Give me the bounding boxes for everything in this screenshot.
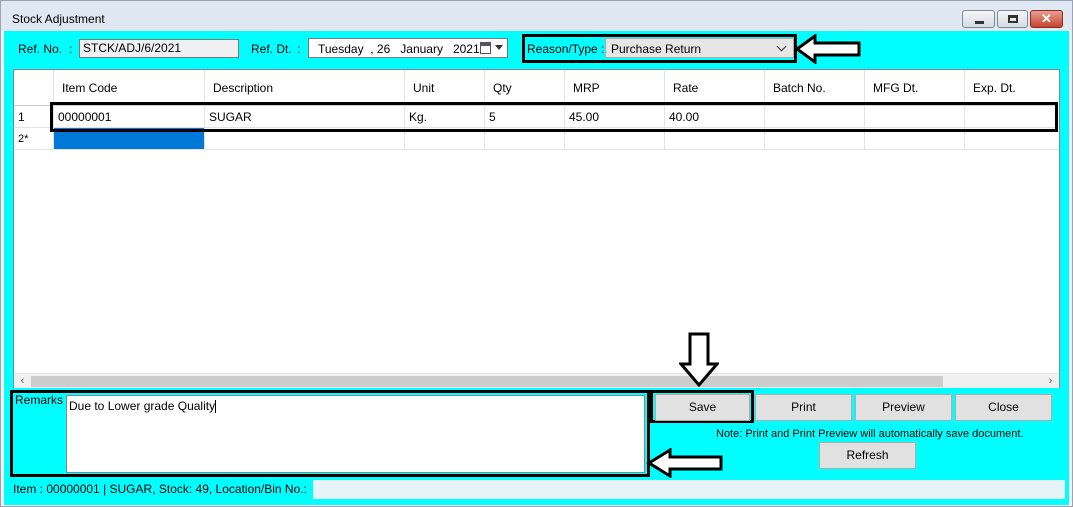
title-bar: Stock Adjustment ✕ <box>1 1 1072 31</box>
grid-header-row: Item Code Description Unit Qty MRP Rate … <box>14 70 1059 106</box>
form-client-area: Ref. No. : STCK/ADJ/6/2021 Ref. Dt. : Tu… <box>4 31 1069 505</box>
items-grid[interactable]: Item Code Description Unit Qty MRP Rate … <box>13 69 1060 388</box>
ref-dt-colon: : <box>297 42 301 56</box>
ref-no-colon: : <box>69 42 73 56</box>
reason-type-select[interactable]: Purchase Return <box>605 38 794 58</box>
text-caret <box>215 400 217 413</box>
close-icon: ✕ <box>1041 11 1052 26</box>
scroll-left-icon[interactable]: ‹ <box>14 374 31 389</box>
save-button[interactable]: Save <box>655 394 750 421</box>
maximize-button[interactable] <box>997 10 1028 28</box>
cell-qty[interactable]: 5 <box>485 106 565 128</box>
remarks-textarea[interactable]: Due to Lower grade Quality <box>66 395 645 473</box>
cell-description[interactable]: SUGAR <box>205 106 405 128</box>
new-row-cell[interactable] <box>965 128 1059 150</box>
new-row-cell[interactable] <box>765 128 865 150</box>
ref-no-field[interactable]: STCK/ADJ/6/2021 <box>79 39 239 58</box>
new-row[interactable]: 2* <box>14 128 1059 150</box>
ref-dt-label: Ref. Dt. <box>251 42 292 56</box>
scrollbar-thumb[interactable] <box>31 376 943 387</box>
chevron-down-icon <box>776 41 787 52</box>
cell-mfg-dt[interactable] <box>865 106 965 128</box>
new-row-item-code-cell[interactable] <box>54 128 205 150</box>
column-header-item-code[interactable]: Item Code <box>54 70 205 106</box>
column-header-mrp[interactable]: MRP <box>565 70 665 106</box>
column-header-mfg-dt[interactable]: MFG Dt. <box>865 70 965 106</box>
cell-batch-no[interactable] <box>765 106 865 128</box>
cell-mrp[interactable]: 45.00 <box>565 106 665 128</box>
print-button[interactable]: Print <box>755 394 852 421</box>
cell-item-code[interactable]: 00000001 <box>54 106 205 128</box>
remarks-text: Due to Lower grade Quality <box>69 399 216 413</box>
stock-adjustment-window: Stock Adjustment ✕ Ref. No. : STCK/ADJ/6… <box>0 0 1073 507</box>
minimize-button[interactable] <box>962 10 995 28</box>
column-header-rate[interactable]: Rate <box>665 70 765 106</box>
calendar-icon[interactable] <box>480 42 491 54</box>
cell-rate[interactable]: 40.00 <box>665 106 765 128</box>
refresh-button[interactable]: Refresh <box>819 442 916 469</box>
ref-no-label: Ref. No. <box>18 42 63 56</box>
grid-horizontal-scrollbar[interactable]: ‹ › <box>14 373 1059 388</box>
table-row[interactable]: 1 00000001 SUGAR Kg. 5 45.00 40.00 <box>14 106 1059 128</box>
status-bar: Item : 00000001 | SUGAR, Stock: 49, Loca… <box>7 480 1065 499</box>
cell-unit[interactable]: Kg. <box>405 106 485 128</box>
row-header[interactable]: 1 <box>14 106 54 128</box>
column-header-unit[interactable]: Unit <box>405 70 485 106</box>
new-row-cell[interactable] <box>485 128 565 150</box>
column-header-qty[interactable]: Qty <box>485 70 565 106</box>
column-header-exp-dt[interactable]: Exp. Dt. <box>965 70 1059 106</box>
status-text: Item : 00000001 | SUGAR, Stock: 49, Loca… <box>7 480 313 499</box>
column-header-description[interactable]: Description <box>205 70 405 106</box>
ref-date-picker[interactable]: Tuesday , 26 January 2021 <box>308 38 508 58</box>
window-title: Stock Adjustment <box>12 12 105 26</box>
new-row-cell[interactable] <box>665 128 765 150</box>
new-row-cell[interactable] <box>865 128 965 150</box>
column-header-batch-no[interactable]: Batch No. <box>765 70 865 106</box>
new-row-cell[interactable] <box>565 128 665 150</box>
new-row-marker[interactable]: 2* <box>14 128 54 150</box>
date-dropdown-icon[interactable] <box>495 45 503 50</box>
ref-date-text: Tuesday , 26 January 2021 <box>318 42 480 56</box>
maximize-icon <box>1008 15 1018 23</box>
window-close-button[interactable]: ✕ <box>1030 10 1063 28</box>
reason-type-label: Reason/Type : <box>527 42 605 56</box>
row-header-corner <box>14 70 54 106</box>
preview-button[interactable]: Preview <box>855 394 952 421</box>
new-row-cell[interactable] <box>405 128 485 150</box>
reason-type-value: Purchase Return <box>611 42 702 56</box>
new-row-cell[interactable] <box>205 128 405 150</box>
close-button[interactable]: Close <box>955 394 1052 421</box>
scroll-right-icon[interactable]: › <box>1042 374 1059 389</box>
save-note: Note: Print and Print Preview will autom… <box>716 428 1024 440</box>
minimize-icon <box>975 21 984 24</box>
cell-exp-dt[interactable] <box>965 106 1059 128</box>
remarks-label: Remarks : <box>15 393 70 407</box>
